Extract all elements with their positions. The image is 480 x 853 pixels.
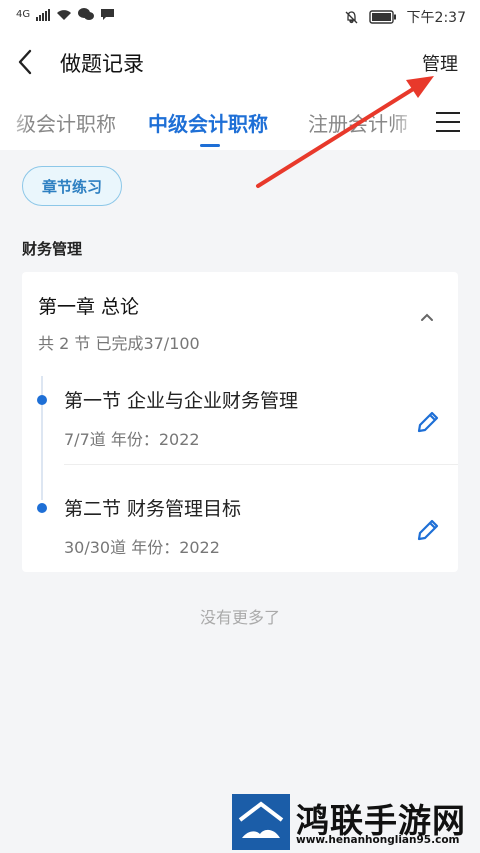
wifi-icon [57, 9, 72, 20]
chapter-practice-chip[interactable]: 章节练习 [22, 166, 122, 206]
subject-title: 财务管理 [22, 240, 83, 258]
back-icon[interactable] [14, 48, 38, 76]
site-watermark: 鸿联手游网 www.henanhonglian95.com [232, 792, 480, 853]
section-item[interactable]: 第二节 财务管理目标 30/30道 年份：2022 [22, 486, 458, 586]
message-icon [101, 9, 115, 20]
signal-icon [36, 8, 51, 21]
top-bar: 做题记录 管理 [0, 34, 480, 92]
manage-button[interactable]: 管理 [422, 50, 458, 76]
section-meta: 7/7道 年份：2022 [64, 430, 200, 449]
network-label: 4G [16, 9, 31, 20]
pencil-icon[interactable] [414, 408, 442, 436]
pencil-icon[interactable] [414, 516, 442, 544]
tab-intermediate-accounting[interactable]: 中级会计职称 [148, 108, 268, 137]
page-title: 做题记录 [60, 52, 144, 76]
clock: 下午2:37 [406, 10, 466, 26]
section-title: 第一节 企业与企业财务管理 [64, 390, 299, 412]
status-left: 4G [16, 8, 115, 21]
section-title: 第二节 财务管理目标 [64, 498, 242, 520]
category-tabs: 级会计职称 中级会计职称 注册会计师 [0, 92, 480, 150]
timeline-dot [37, 395, 47, 405]
active-tab-indicator [200, 144, 220, 147]
chapter-card: 第一章 总论 共 2 节 已完成37/100 第一节 企业与企业财务管理 7/7… [22, 272, 458, 572]
watermark-logo [232, 794, 290, 850]
no-more-text: 没有更多了 [199, 608, 280, 627]
tabs-fade-left [0, 92, 30, 150]
tab-junior-accounting[interactable]: 级会计职称 [16, 108, 116, 137]
status-right: 下午2:37 [344, 7, 466, 27]
tabs-fade-right [392, 92, 422, 150]
section-item[interactable]: 第一节 企业与企业财务管理 7/7道 年份：2022 [22, 378, 458, 478]
menu-icon[interactable] [436, 112, 460, 132]
watermark-url: www.henanhonglian95.com [296, 834, 460, 846]
battery-icon [368, 10, 396, 24]
status-bar: 4G 下午2:37 [0, 0, 480, 34]
chapter-title: 第一章 总论 [38, 296, 140, 318]
timeline-dot [37, 503, 47, 513]
chevron-up-icon[interactable] [420, 312, 434, 322]
section-meta: 30/30道 年份：2022 [64, 538, 220, 557]
section-divider [64, 464, 458, 465]
mute-bell-icon [345, 10, 358, 23]
wechat-icon [78, 8, 95, 20]
chapter-progress: 共 2 节 已完成37/100 [38, 334, 200, 353]
